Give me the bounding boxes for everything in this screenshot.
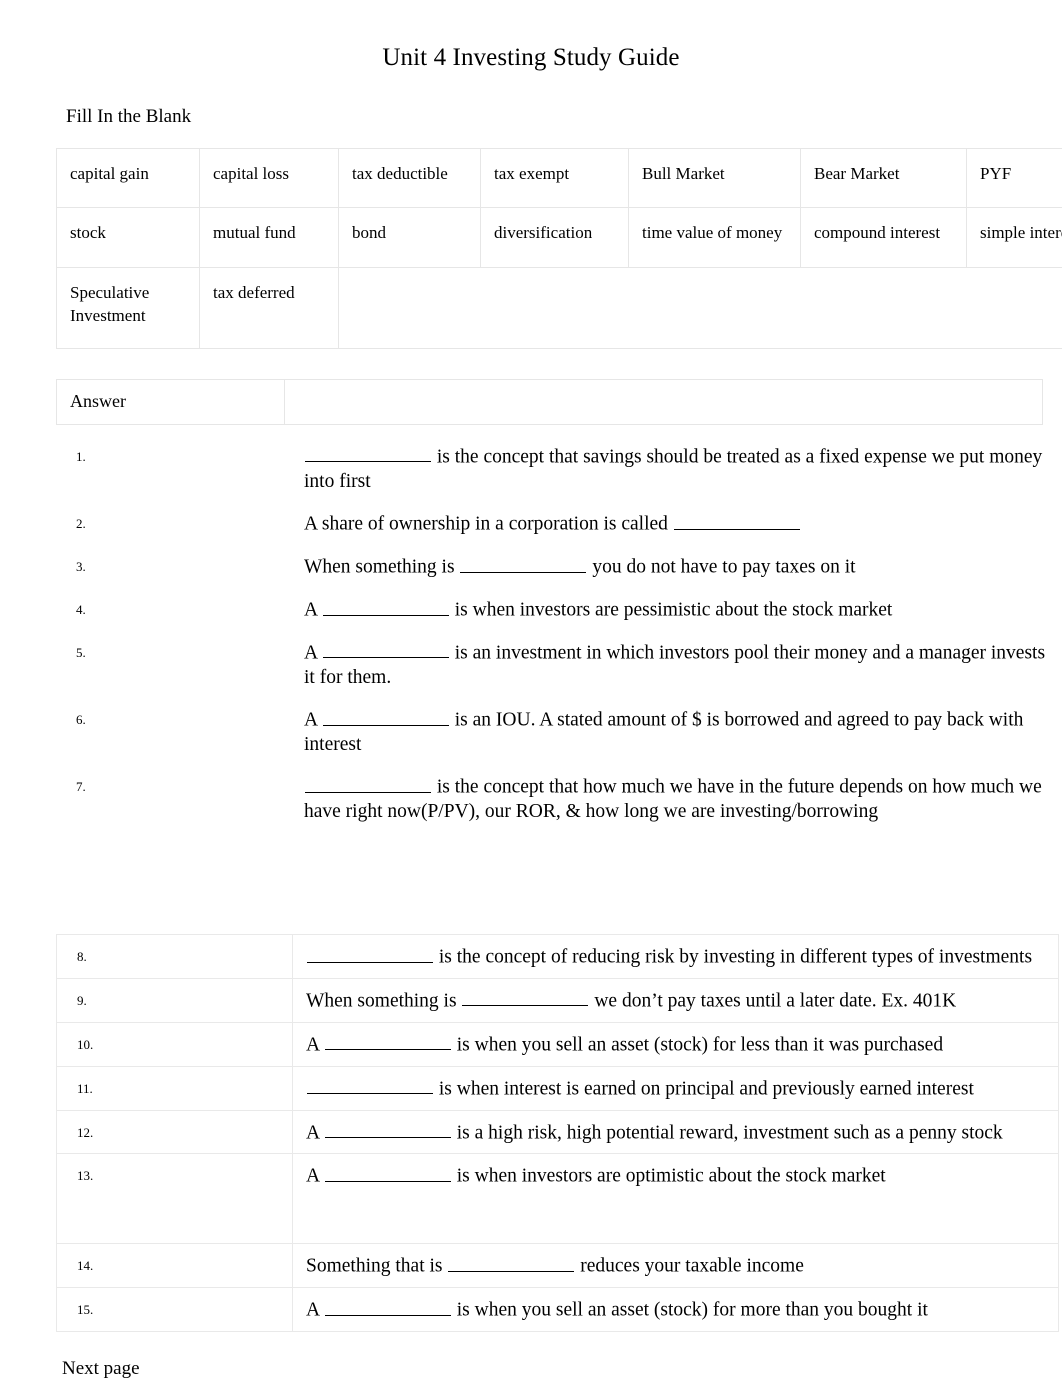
word-bank-cell: bond (339, 208, 481, 268)
question-text: is the concept of reducing risk by inves… (293, 935, 1059, 979)
answer-header-table: Answer (56, 379, 1043, 425)
answer-blank[interactable] (325, 1031, 451, 1051)
question-number: 12. (57, 1110, 293, 1154)
word-bank-cell: tax deductible (339, 148, 481, 208)
questions-upper-table: 1. is the concept that savings should be… (56, 435, 1056, 833)
answer-blank[interactable] (460, 553, 586, 573)
question-text: A share of ownership in a corporation is… (291, 502, 1056, 545)
word-bank-table: capital gain capital loss tax deductible… (56, 148, 1062, 349)
question-number: 11. (57, 1066, 293, 1110)
word-bank-row: capital gain capital loss tax deductible… (57, 148, 1062, 208)
question-text: When something is we don’t pay taxes unt… (293, 978, 1059, 1022)
question-number: 4. (56, 588, 291, 631)
word-bank-cell: simple interest (967, 208, 1062, 268)
question-number: 15. (57, 1288, 293, 1332)
page-title: Unit 4 Investing Study Guide (0, 0, 1062, 73)
question-row: 11. is when interest is earned on princi… (57, 1066, 1059, 1110)
question-text: A is when investors are pessimistic abou… (291, 588, 1056, 631)
word-bank-cell: tax exempt (481, 148, 629, 208)
word-bank-cell: Bull Market (629, 148, 801, 208)
word-bank-cell: Bear Market (801, 148, 967, 208)
question-number: 14. (57, 1244, 293, 1288)
word-bank-cell: capital loss (200, 148, 339, 208)
word-bank-cell: mutual fund (200, 208, 339, 268)
question-text: A is when you sell an asset (stock) for … (293, 1022, 1059, 1066)
question-row: 14.Something that is reduces your taxabl… (57, 1244, 1059, 1288)
question-text: A is a high risk, high potential reward,… (293, 1110, 1059, 1154)
question-row: 7. is the concept that how much we have … (56, 765, 1056, 832)
questions-lower-table: 8. is the concept of reducing risk by in… (56, 934, 1059, 1332)
question-row: 9.When something is we don’t pay taxes u… (57, 978, 1059, 1022)
answer-header-row: Answer (57, 379, 1043, 424)
question-number: 5. (56, 631, 291, 698)
question-number: 2. (56, 502, 291, 545)
answer-blank[interactable] (307, 943, 433, 963)
question-text: is the concept that savings should be tr… (291, 435, 1056, 502)
question-text: A is when you sell an asset (stock) for … (293, 1288, 1059, 1332)
section-label-fill-in-the-blank: Fill In the Blank (0, 73, 1062, 128)
word-bank-cell: capital gain (57, 148, 200, 208)
question-row: 15.A is when you sell an asset (stock) f… (57, 1288, 1059, 1332)
answer-blank[interactable] (305, 443, 431, 463)
word-bank-cell: tax deferred (200, 267, 339, 348)
question-row: 3.When something is you do not have to p… (56, 545, 1056, 588)
answer-blank[interactable] (325, 1119, 451, 1139)
questions-lower-container: 8. is the concept of reducing risk by in… (56, 934, 1014, 1332)
question-row: 12.A is a high risk, high potential rewa… (57, 1110, 1059, 1154)
question-text: A is an investment in which investors po… (291, 631, 1056, 698)
question-number: 7. (56, 765, 291, 832)
answer-blank[interactable] (674, 510, 800, 530)
question-number: 1. (56, 435, 291, 502)
question-number: 10. (57, 1022, 293, 1066)
answer-header-label: Answer (57, 379, 285, 424)
questions-upper-container: 1. is the concept that savings should be… (0, 425, 1062, 833)
answer-blank[interactable] (462, 987, 588, 1007)
answer-blank[interactable] (307, 1075, 433, 1095)
word-bank-cell: diversification (481, 208, 629, 268)
answer-blank[interactable] (325, 1296, 451, 1316)
question-row: 6.A is an IOU. A stated amount of $ is b… (56, 698, 1056, 765)
answer-blank[interactable] (305, 773, 431, 793)
word-bank-cell-empty (339, 267, 1062, 348)
word-bank-cell: time value of money (629, 208, 801, 268)
answer-blank[interactable] (325, 1162, 451, 1182)
word-bank-cell: stock (57, 208, 200, 268)
word-bank-cell: PYF (967, 148, 1062, 208)
question-text: is when interest is earned on principal … (293, 1066, 1059, 1110)
next-page-label: Next page (62, 1358, 140, 1381)
question-row: 8. is the concept of reducing risk by in… (57, 935, 1059, 979)
question-text: Something that is reduces your taxable i… (293, 1244, 1059, 1288)
question-number: 3. (56, 545, 291, 588)
question-row: 5.A is an investment in which investors … (56, 631, 1056, 698)
question-row: 2.A share of ownership in a corporation … (56, 502, 1056, 545)
question-row: 10.A is when you sell an asset (stock) f… (57, 1022, 1059, 1066)
question-number: 9. (57, 978, 293, 1022)
question-text: A is an IOU. A stated amount of $ is bor… (291, 698, 1056, 765)
word-bank-row: stock mutual fund bond diversification t… (57, 208, 1062, 268)
word-bank-row: Speculative Investment tax deferred (57, 267, 1062, 348)
question-number: 8. (57, 935, 293, 979)
question-row: 4.A is when investors are pessimistic ab… (56, 588, 1056, 631)
word-bank-container: capital gain capital loss tax deductible… (0, 128, 1062, 349)
question-number: 6. (56, 698, 291, 765)
answer-header-blank (285, 379, 1043, 424)
word-bank-cell: Speculative Investment (57, 267, 200, 348)
answer-header-container: Answer (0, 349, 1062, 425)
question-text: When something is you do not have to pay… (291, 545, 1056, 588)
question-row: 1. is the concept that savings should be… (56, 435, 1056, 502)
answer-blank[interactable] (323, 596, 449, 616)
answer-blank[interactable] (323, 639, 449, 659)
question-number: 13. (57, 1154, 293, 1244)
question-row: 13.A is when investors are optimistic ab… (57, 1154, 1059, 1244)
answer-blank[interactable] (448, 1252, 574, 1272)
answer-blank[interactable] (323, 706, 449, 726)
word-bank-cell: compound interest (801, 208, 967, 268)
question-text: A is when investors are optimistic about… (293, 1154, 1059, 1244)
question-text: is the concept that how much we have in … (291, 765, 1056, 832)
